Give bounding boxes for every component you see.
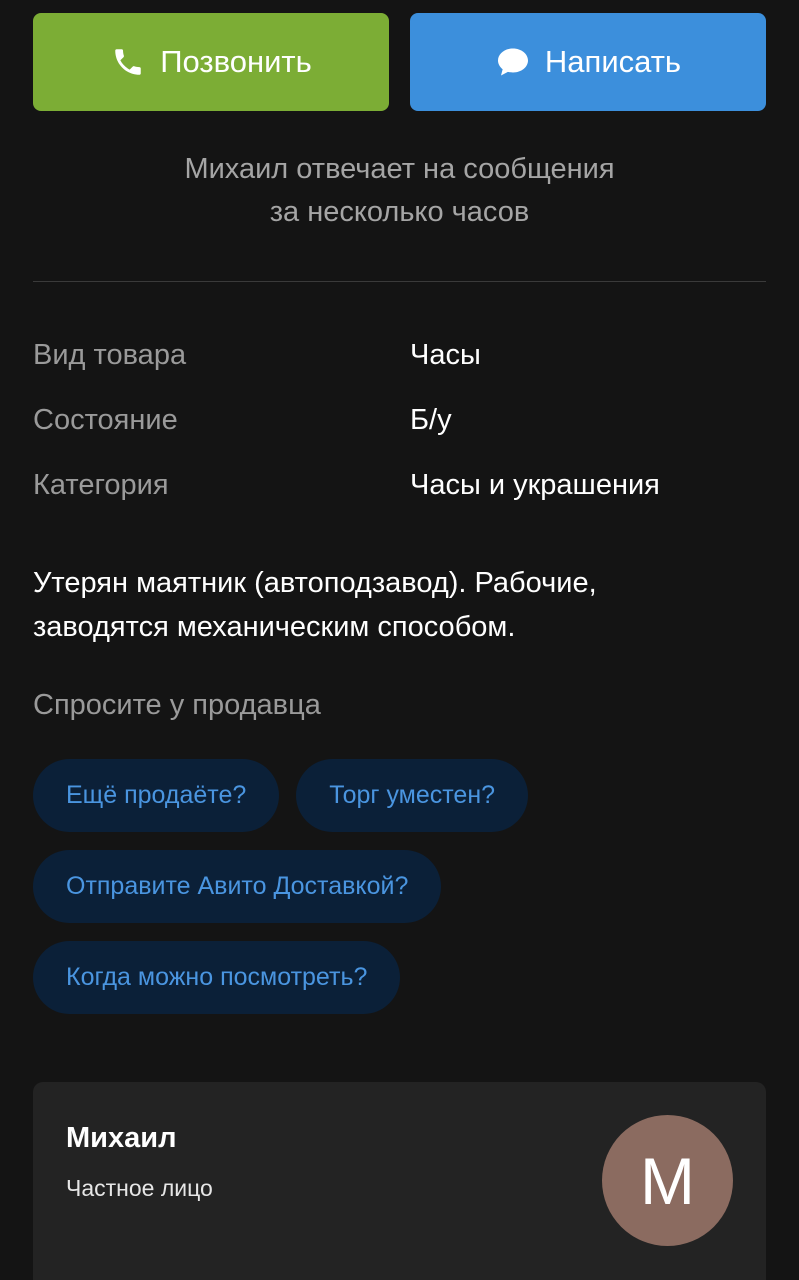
reply-time-note: Михаил отвечает на сообщения за нескольк… (33, 148, 766, 234)
param-value: Б/у (410, 404, 452, 436)
seller-name[interactable]: Михаил (66, 1122, 177, 1155)
call-button-label: Позвонить (160, 44, 312, 79)
param-row-condition: Состояние Б/у (33, 395, 766, 460)
listing-page: Позвонить Написать Михаил отвечает на со… (0, 0, 799, 1280)
chip-avito-delivery[interactable]: Отправите Авито Доставкой? (33, 850, 442, 923)
reply-time-line-1: Михаил отвечает на сообщения (184, 153, 615, 185)
item-parameters: Вид товара Часы Состояние Б/у Категория … (33, 330, 766, 525)
chip-bargain[interactable]: Торг уместен? (296, 759, 529, 832)
write-button-label: Написать (544, 44, 682, 79)
chip-row: Когда можно посмотреть? (33, 941, 766, 1014)
chip-still-selling[interactable]: Ещё продаёте? (33, 759, 280, 832)
param-row-type: Вид товара Часы (33, 330, 766, 395)
param-value: Часы (410, 339, 481, 371)
seller-card[interactable]: Михаил Частное лицо М (33, 1082, 766, 1280)
avatar[interactable]: М (602, 1115, 733, 1246)
param-key: Состояние (33, 404, 178, 436)
seller-type: Частное лицо (66, 1175, 213, 1201)
chat-bubble-icon (495, 44, 531, 80)
chip-row: Ещё продаёте? Торг уместен? (33, 759, 766, 832)
reply-time-line-2: за несколько часов (269, 196, 530, 228)
description-line-2: заводятся механическим способом. (33, 611, 516, 643)
phone-icon (110, 44, 146, 80)
quick-questions: Ещё продаёте? Торг уместен? Отправите Ав… (33, 759, 766, 1032)
divider (33, 281, 766, 282)
param-value: Часы и украшения (410, 469, 660, 501)
contact-actions: Позвонить Написать (33, 13, 766, 111)
chip-row: Отправите Авито Доставкой? (33, 850, 766, 923)
param-row-category: Категория Часы и украшения (33, 460, 766, 525)
description-line-1: Утерян маятник (автоподзавод). Рабочие, (33, 567, 597, 599)
call-button[interactable]: Позвонить (33, 13, 389, 111)
param-key: Вид товара (33, 339, 187, 371)
chip-when-view[interactable]: Когда можно посмотреть? (33, 941, 401, 1014)
write-button[interactable]: Написать (410, 13, 766, 111)
ask-seller-title: Спросите у продавца (33, 689, 321, 721)
param-key: Категория (33, 469, 169, 501)
item-description: Утерян маятник (автоподзавод). Рабочие, … (33, 561, 766, 649)
